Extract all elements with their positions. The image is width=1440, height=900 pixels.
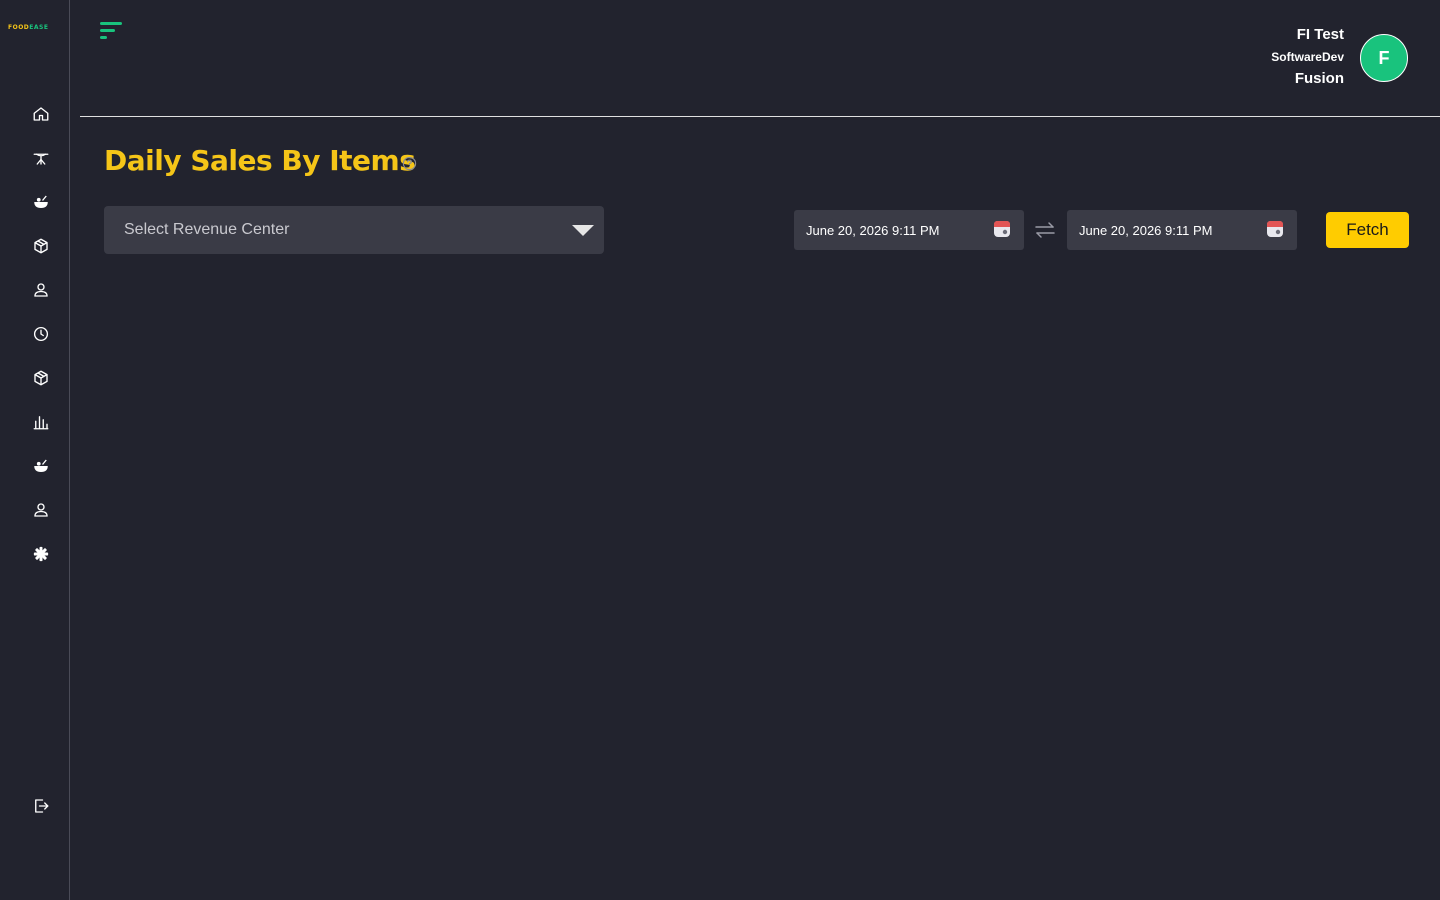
end-date-input[interactable]: June 20, 2026 9:11 PM xyxy=(1067,210,1297,250)
swap-arrows-icon xyxy=(1035,222,1055,238)
revenue-center-select[interactable]: Select Revenue Center xyxy=(104,206,604,254)
logout-icon xyxy=(35,799,49,813)
avatar[interactable]: F xyxy=(1360,34,1408,82)
bar-chart-icon xyxy=(33,416,49,430)
app-logo[interactable]: FOODEASE xyxy=(8,24,48,31)
sidebar: FOODEASE xyxy=(0,0,70,900)
sidebar-item-kitchen[interactable] xyxy=(30,455,52,477)
gear-icon xyxy=(33,546,49,562)
user-info[interactable]: FI Test SoftwareDev Fusion xyxy=(1271,24,1344,90)
revenue-center-placeholder: Select Revenue Center xyxy=(124,221,290,238)
fetch-button[interactable]: Fetch xyxy=(1326,212,1409,248)
food-bowl-icon xyxy=(34,459,48,472)
sidebar-item-settings[interactable] xyxy=(30,543,52,565)
sidebar-item-reports[interactable] xyxy=(30,411,52,433)
start-date-input[interactable]: June 20, 2026 9:11 PM xyxy=(794,210,1024,250)
user-icon xyxy=(34,503,48,517)
user-org: Fusion xyxy=(1294,70,1344,87)
user-role: SoftwareDev xyxy=(1271,50,1344,64)
menu-icon xyxy=(100,22,122,39)
menu-toggle-button[interactable] xyxy=(98,20,124,42)
dining-table-icon xyxy=(33,153,49,165)
sidebar-item-customers[interactable] xyxy=(30,279,52,301)
sidebar-item-tables[interactable] xyxy=(30,147,52,169)
end-date-value: June 20, 2026 9:11 PM xyxy=(1079,222,1213,238)
logout-button[interactable] xyxy=(30,795,52,817)
box-icon xyxy=(34,370,48,386)
start-date-value: June 20, 2026 9:11 PM xyxy=(806,222,940,238)
clock-icon xyxy=(33,326,49,342)
user-icon xyxy=(34,283,48,297)
sidebar-item-products[interactable] xyxy=(30,235,52,257)
sidebar-item-menu[interactable] xyxy=(30,191,52,213)
sidebar-item-history[interactable] xyxy=(30,323,52,345)
sidebar-item-staff[interactable] xyxy=(30,499,52,521)
food-bowl-icon xyxy=(34,195,48,208)
sidebar-item-home[interactable] xyxy=(30,103,52,125)
box-icon xyxy=(34,238,48,254)
help-icon[interactable] xyxy=(402,156,417,171)
sidebar-item-inventory[interactable] xyxy=(30,367,52,389)
home-icon xyxy=(33,107,49,121)
page-title: Daily Sales By Items xyxy=(104,144,416,177)
calendar-icon[interactable] xyxy=(1265,219,1285,239)
calendar-icon[interactable] xyxy=(992,219,1012,239)
chevron-down-icon xyxy=(572,225,594,236)
user-name: FI Test xyxy=(1296,26,1344,43)
header-divider xyxy=(80,116,1440,117)
